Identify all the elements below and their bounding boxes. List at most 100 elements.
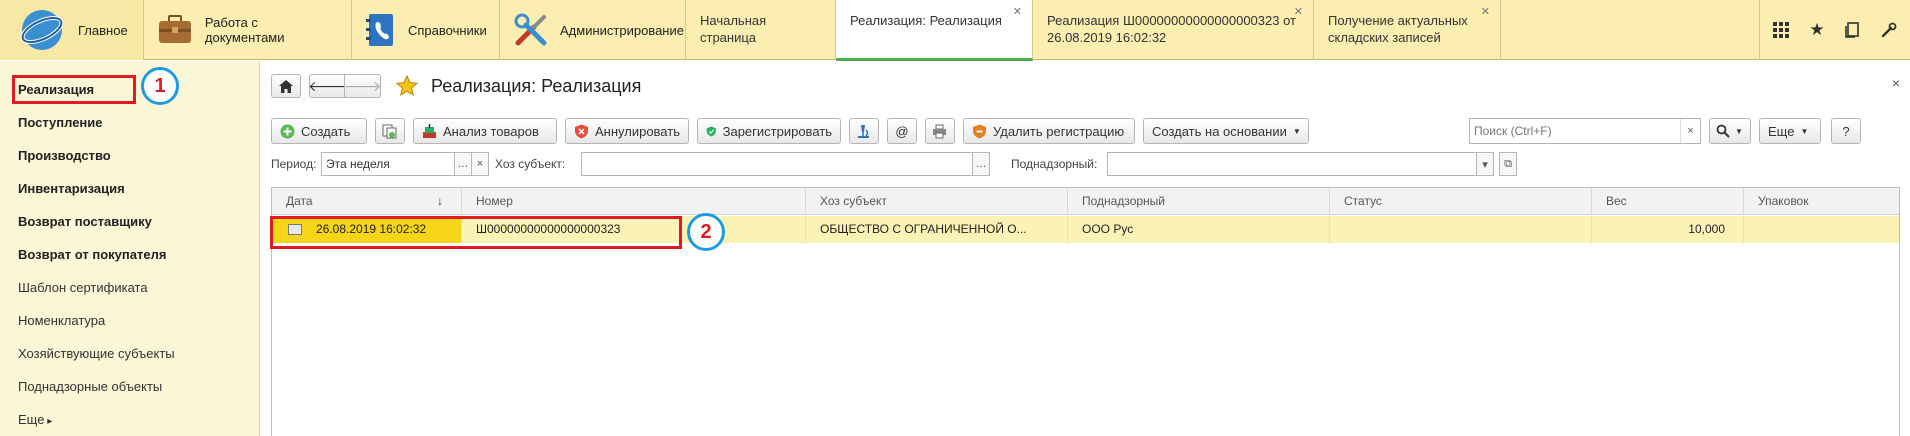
cell-status[interactable] [1330,216,1592,243]
register-button[interactable]: Зарегистрировать [697,118,841,144]
forward-button[interactable]: 🡒 [344,74,381,98]
column-header-label: Поднадзорный [1082,194,1166,208]
search-box: × [1469,118,1701,144]
column-header-label: Номер [476,194,513,208]
topbar-right-tools: ★ [1759,0,1910,60]
table-header: Дата ↓ Номер Хоз субъект Поднадзорный Ст… [272,188,1899,215]
cell-packages[interactable] [1744,216,1899,243]
microscope-button[interactable] [849,118,879,144]
tab-close-icon[interactable]: ✕ [1013,4,1022,21]
home-logo-icon [18,6,66,54]
tab-stock-records[interactable]: Получение актуальных складских записей ✕ [1314,0,1501,60]
cell-weight[interactable]: 10,000 [1592,216,1744,243]
section-administration-label: Администрирование [560,22,684,38]
home-button[interactable] [271,74,301,98]
tab-stock-records-label: Получение актуальных складских записей [1328,13,1468,45]
cell-number-value: Ш00000000000000000323 [476,222,621,236]
sidebar-item-label: Реализация [18,82,95,97]
search-button[interactable]: ▼ [1709,118,1751,144]
print-button[interactable] [925,118,955,144]
annul-button[interactable]: Аннулировать [565,118,689,144]
sidebar-item-return-from-customer[interactable]: Возврат от покупателя [0,238,259,271]
section-documents-label: Работа с документами [204,15,285,45]
favorites-star-icon[interactable]: ★ [1806,19,1828,41]
cell-supervised[interactable]: ООО Рус [1068,216,1330,243]
column-header-subject[interactable]: Хоз субъект [806,188,1068,215]
section-administration[interactable]: Администрирование [500,0,686,60]
help-button[interactable]: ? [1831,118,1861,144]
sales-table: Дата ↓ Номер Хоз субъект Поднадзорный Ст… [271,187,1900,436]
cell-subject[interactable]: ОБЩЕСТВО С ОГРАНИЧЕННОЙ О... [806,216,1068,243]
form-close-icon[interactable]: × [1892,75,1900,91]
sidebar-item-inventory[interactable]: Инвентаризация [0,172,259,205]
period-select-button[interactable]: … [454,152,472,176]
section-main[interactable]: Главное [0,0,144,60]
sidebar-nav: Реализация Поступление Производство Инве… [0,61,260,436]
column-header-number[interactable]: Номер [462,188,806,215]
column-header-packages[interactable]: Упаковок [1744,188,1899,215]
history-icon[interactable] [1842,19,1864,41]
column-header-label: Хоз субъект [820,194,887,208]
sidebar-item-sales[interactable]: Реализация [0,73,259,106]
tab-sales-document[interactable]: Реализация Ш00000000000000000323 от 26.0… [1033,0,1314,60]
plus-circle-icon [280,124,295,138]
search-input[interactable] [1470,119,1680,143]
create-based-on-button[interactable]: Создать на основании ▼ [1143,118,1309,144]
cell-date[interactable]: 26.08.2019 16:02:32 [272,216,462,243]
supervised-open-icon[interactable]: ⧉ [1499,152,1517,176]
subject-select-button[interactable]: … [972,152,990,176]
clear-search-icon[interactable]: × [1680,119,1700,143]
period-clear-icon[interactable]: × [471,152,489,176]
phonebook-icon [366,12,396,48]
cell-number[interactable]: Ш00000000000000000323 [462,216,806,243]
sidebar-item-business-entities[interactable]: Хозяйствующие субъекты [0,337,259,370]
nav-arrows: 🡐 🡒 [308,74,381,98]
apps-grid-icon[interactable] [1770,19,1792,41]
sidebar-item-nomenclature[interactable]: Номенклатура [0,304,259,337]
sidebar-item-label: Шаблон сертификата [18,280,148,295]
sidebar-item-receipts[interactable]: Поступление [0,106,259,139]
column-header-label: Дата [286,194,313,208]
open-tabs: Начальная страница Реализация: Реализаци… [686,0,1501,61]
more-button-label: Еще [1768,123,1795,139]
filter-bar: Период: Эта неделя … × Хоз субъект: … По… [271,152,1900,176]
column-header-label: Вес [1606,194,1627,208]
delete-registration-button[interactable]: Удалить регистрацию [963,118,1135,144]
tab-close-icon[interactable]: ✕ [1294,4,1303,21]
sidebar-item-label: Производство [18,148,111,163]
sidebar-item-more[interactable]: Еще [0,403,259,436]
tab-close-icon[interactable]: ✕ [1481,4,1490,21]
shield-red-icon [575,124,588,138]
section-references-label: Справочники [408,22,487,38]
dropdown-arrow-icon: ▼ [1292,126,1301,136]
supervised-dropdown-icon[interactable]: ▾ [1476,152,1494,176]
tab-home-page[interactable]: Начальная страница [686,0,836,60]
period-field[interactable]: Эта неделя [321,152,455,176]
column-header-status[interactable]: Статус [1330,188,1592,215]
email-button[interactable]: @ [887,118,917,144]
tab-sales-list[interactable]: Реализация: Реализация ✕ [836,0,1033,61]
settings-tools-icon[interactable] [1878,19,1900,41]
sidebar-item-return-to-supplier[interactable]: Возврат поставщику [0,205,259,238]
back-button[interactable]: 🡐 [308,74,346,98]
section-references[interactable]: Справочники [352,0,500,60]
table-row[interactable]: 26.08.2019 16:02:32 Ш0000000000000000032… [272,216,1899,243]
copy-button[interactable] [375,118,405,144]
sidebar-item-certificate-template[interactable]: Шаблон сертификата [0,271,259,304]
create-button[interactable]: Создать [271,118,367,144]
column-header-weight[interactable]: Вес [1592,188,1744,215]
sidebar-item-label: Возврат поставщику [18,214,152,229]
section-documents[interactable]: Работа с документами [144,0,352,60]
supervised-field[interactable] [1107,152,1477,176]
sidebar-item-production[interactable]: Производство [0,139,259,172]
column-header-supervised[interactable]: Поднадзорный [1068,188,1330,215]
cell-date-value: 26.08.2019 16:02:32 [316,222,427,236]
period-value: Эта неделя [326,157,390,171]
subject-field[interactable] [581,152,973,176]
analyze-goods-button[interactable]: Анализ товаров [413,118,557,144]
favorite-star-icon[interactable] [395,74,419,98]
column-header-date[interactable]: Дата ↓ [272,188,462,215]
sidebar-item-label: Еще [18,412,52,427]
sidebar-item-supervised-objects[interactable]: Поднадзорные объекты [0,370,259,403]
more-button[interactable]: Еще ▼ [1759,118,1821,144]
